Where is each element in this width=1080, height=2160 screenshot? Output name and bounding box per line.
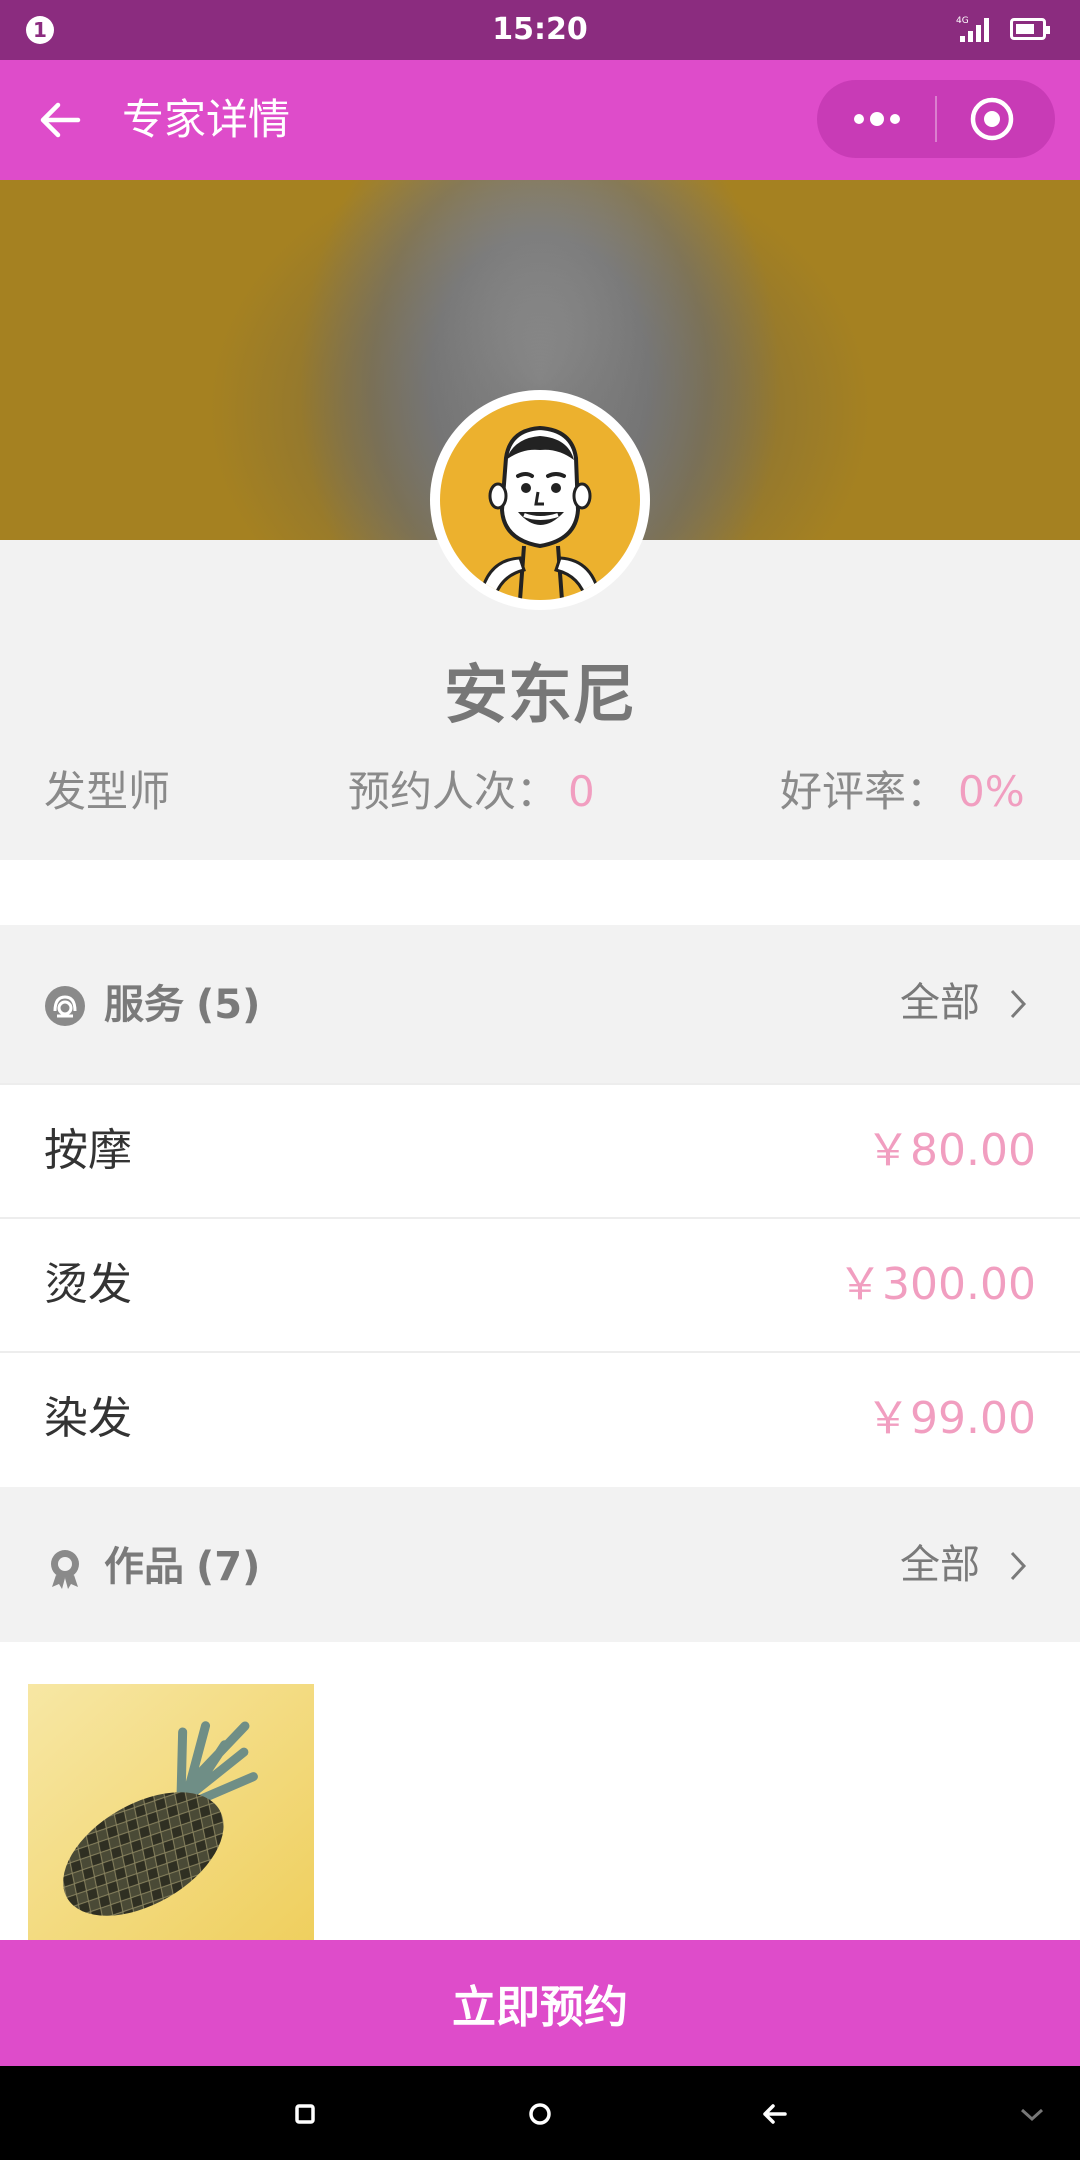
- rating-stat: 好评率： 0%: [780, 762, 1025, 822]
- badge-icon: [51, 1550, 79, 1589]
- service-price: ￥300.00: [838, 1259, 1036, 1310]
- more-dots-icon[interactable]: [837, 92, 917, 146]
- service-row[interactable]: 按摩 ￥80.00: [0, 1083, 1080, 1217]
- mini-program-capsule: [817, 80, 1055, 158]
- expert-name: 安东尼: [444, 659, 636, 733]
- service-name: 烫发: [44, 1259, 132, 1310]
- battery-icon: [1010, 18, 1050, 40]
- signal-icon: 4G: [956, 16, 989, 42]
- expert-role: 发型师: [44, 767, 171, 816]
- arrow-left-icon[interactable]: [36, 96, 84, 144]
- works-header: 作品 (7) 全部: [0, 1487, 1080, 1642]
- works-title-text: 作品: [104, 1544, 184, 1590]
- rating-value: 0%: [958, 767, 1025, 816]
- service-name: 按摩: [44, 1125, 132, 1176]
- works-title: 作品 (7): [104, 1537, 260, 1597]
- service-icon: [45, 986, 85, 1026]
- nav-bar: 专家详情: [0, 60, 1080, 180]
- recent-apps-icon[interactable]: [285, 2094, 325, 2134]
- network-label: 4G: [956, 16, 969, 26]
- bookings-value: 0: [568, 767, 595, 816]
- service-price: ￥99.00: [866, 1393, 1036, 1444]
- services-all-link[interactable]: 全部: [900, 973, 980, 1033]
- book-now-button[interactable]: 立即预约: [0, 1940, 1080, 2066]
- works-gallery: [0, 1642, 1080, 1940]
- back-icon[interactable]: [755, 2094, 795, 2134]
- system-nav-bar: [0, 2066, 1080, 2160]
- status-time: 15:20: [492, 12, 588, 47]
- works-count: (7): [196, 1544, 261, 1590]
- service-row[interactable]: 染发 ￥99.00: [0, 1351, 1080, 1485]
- service-row[interactable]: 烫发 ￥300.00: [0, 1217, 1080, 1351]
- page-title: 专家详情: [122, 95, 291, 144]
- chevron-right-icon[interactable]: [1008, 987, 1028, 1021]
- capsule-divider: [935, 96, 937, 142]
- chevron-down-icon[interactable]: [1012, 2094, 1052, 2134]
- chevron-right-icon[interactable]: [1008, 1549, 1028, 1583]
- bookings-stat: 预约人次： 0: [348, 762, 595, 822]
- services-count: (5): [196, 982, 261, 1028]
- status-bar: 1 15:20 4G: [0, 0, 1080, 60]
- rating-label: 好评率：: [780, 767, 949, 816]
- services-title-text: 服务: [104, 982, 184, 1028]
- work-thumbnail[interactable]: [28, 1684, 314, 1940]
- services-header: 服务 (5) 全部: [0, 925, 1080, 1083]
- pineapple-image: [28, 1684, 314, 1940]
- home-icon[interactable]: [520, 2094, 560, 2134]
- service-name: 染发: [44, 1393, 132, 1444]
- service-price: ￥80.00: [866, 1125, 1036, 1176]
- bookings-label: 预约人次：: [348, 767, 559, 816]
- works-all-link[interactable]: 全部: [900, 1535, 980, 1595]
- avatar: [430, 390, 650, 610]
- avatar-cartoon-icon: [478, 425, 602, 600]
- services-title: 服务 (5): [104, 975, 260, 1035]
- target-icon[interactable]: [965, 92, 1019, 146]
